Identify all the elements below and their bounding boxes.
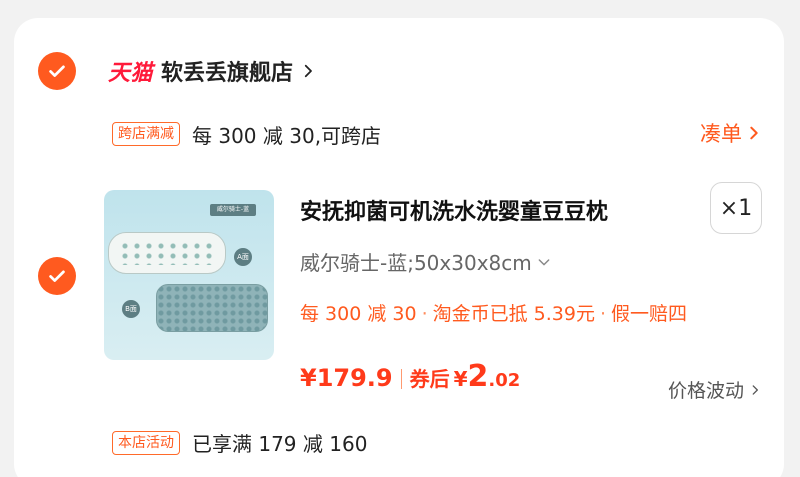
sku-text: 威尔骑士-蓝;50x30x8cm [300,251,532,275]
thumbnail-label: 威尔骑士-蓝 [210,204,256,216]
benefit-discount: 每 300 减 30 [300,303,417,325]
add-on-items-button[interactable]: 凑单 [700,118,762,148]
promo-row: 跨店满减 每 300 减 30,可跨店 [112,120,381,148]
benefit-coins: 淘金币已抵 5.39元 [432,303,595,325]
store-select-checkbox[interactable] [38,52,76,90]
chevron-right-icon [752,384,758,395]
tmall-logo: 天猫 [108,61,154,86]
sku-selector[interactable]: 威尔骑士-蓝;50x30x8cm [300,247,552,276]
product-thumbnail[interactable]: 威尔骑士-蓝 A面 B面 [104,190,274,360]
side-b-badge: B面 [122,300,140,318]
pillow-side-b [156,284,268,332]
after-coupon-price-dec: .02 [488,370,521,391]
pillow-side-a [108,232,226,274]
price-fluctuation-label: 价格波动 [667,380,744,402]
cross-store-discount-tag: 跨店满减 [112,122,180,146]
price-row: ¥179.9 券后 ¥ 2 .02 [300,359,520,399]
checkmark-icon [49,270,65,282]
benefits-line: 每 300 减 30 · 淘金币已抵 5.39元 · 假一赔四 [300,303,688,325]
price-divider [400,369,402,389]
store-activity-tag: 本店活动 [112,430,180,455]
store-activity-text: 已享满 179 减 160 [192,432,368,456]
benefit-guarantee: 假一赔四 [611,303,688,325]
add-on-items-label: 凑单 [700,122,742,146]
quantity-selector[interactable]: ×1 [710,182,762,234]
after-coupon-label: 券后 [409,367,450,391]
store-header[interactable]: 天猫 软丢丢旗舰店 [108,56,317,86]
cart-store-card: 天猫 软丢丢旗舰店 跨店满减 每 300 减 30,可跨店 凑单 威尔骑士-蓝 … [14,18,784,477]
after-coupon-price-int: 2 [467,359,489,394]
product-title[interactable]: 安抚抑菌可机洗水洗婴童豆豆枕 [300,194,608,226]
store-activity-row: 本店活动 已享满 179 减 160 [112,428,367,457]
checkmark-icon [49,65,65,77]
after-coupon-currency: ¥ [453,367,468,391]
store-name[interactable]: 软丢丢旗舰店 [161,55,293,87]
item-select-checkbox[interactable] [38,257,76,295]
chevron-right-icon [304,64,312,78]
chevron-right-icon [750,126,758,140]
chevron-down-icon [538,258,550,265]
side-a-badge: A面 [234,248,252,266]
price-fluctuation-link[interactable]: 价格波动 [668,376,762,403]
promo-text: 每 300 减 30,可跨店 [192,123,382,148]
original-price: ¥179.9 [300,364,393,392]
